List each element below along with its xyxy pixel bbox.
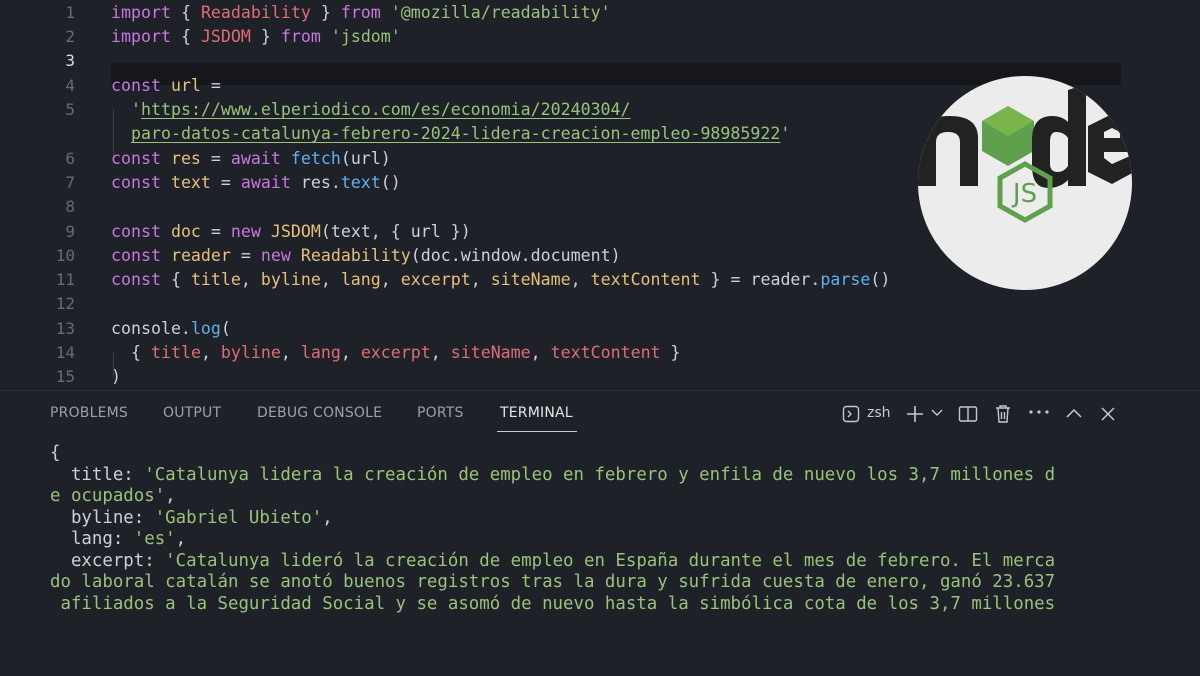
code-text: import { JSDOM } from 'jsdom' [111, 27, 401, 46]
bottom-panel: PROBLEMS OUTPUT DEBUG CONSOLE PORTS TERM… [0, 390, 1200, 676]
line-number: 12 [55, 294, 75, 313]
chevron-up-icon[interactable] [1066, 407, 1082, 419]
nodejs-logo-icon: JS [918, 84, 1132, 223]
terminal-icon[interactable] [842, 405, 860, 423]
terminal-line: { [50, 443, 61, 463]
terminal-line: do laboral catalán se anotó buenos regis… [50, 572, 1056, 592]
code-text: const { title, byline, lang, excerpt, si… [111, 270, 891, 289]
code-line[interactable]: 15) [0, 365, 1200, 389]
code-line[interactable]: 12 [0, 292, 1200, 316]
tab-output[interactable]: OUTPUT [163, 405, 221, 421]
line-number: 6 [65, 149, 75, 168]
terminal-line: afiliados a la Seguridad Social y se aso… [50, 593, 1056, 614]
line-number: 10 [55, 246, 75, 265]
line-number: 9 [65, 222, 75, 241]
tab-problems[interactable]: PROBLEMS [50, 405, 128, 421]
code-text: const doc = new JSDOM(text, { url }) [111, 222, 471, 241]
terminal-output[interactable]: { title: 'Catalunya lidera la creación d… [50, 443, 1120, 615]
plus-icon[interactable] [905, 404, 925, 424]
code-line[interactable]: 1 import { Readability } from '@mozilla/r… [0, 1, 1200, 25]
more-icon[interactable] [1028, 409, 1050, 415]
code-text: console.log( [111, 319, 231, 338]
chevron-down-icon[interactable] [931, 408, 943, 418]
line-number: 4 [65, 76, 75, 95]
line-number: 14 [55, 343, 75, 362]
code-line[interactable]: 13 console.log( [0, 317, 1200, 341]
terminal-line: e ocupados', [50, 486, 176, 506]
tab-terminal[interactable]: TERMINAL [500, 405, 573, 421]
code-text: 'https://www.elperiodico.com/es/economia… [131, 100, 631, 119]
code-text: const res = await fetch(url) [111, 149, 391, 168]
line-number: 15 [55, 367, 75, 386]
line-number: 3 [65, 51, 75, 70]
split-icon[interactable] [958, 405, 978, 423]
line-number: 8 [65, 197, 75, 216]
line-number: 5 [65, 100, 75, 119]
code-line[interactable]: 14 { title, byline, lang, excerpt, siteNa… [0, 341, 1200, 365]
terminal-line: byline: 'Gabriel Ubieto', [50, 507, 333, 528]
terminal-line: lang: 'es', [50, 529, 187, 549]
line-number: 1 [65, 3, 75, 22]
code-text: paro-datos-catalunya-febrero-2024-lidera… [131, 124, 791, 143]
line-number: 2 [65, 27, 75, 46]
terminal-line: excerpt: 'Catalunya lideró la creación d… [50, 550, 1056, 571]
line-number: 13 [55, 319, 75, 338]
code-text: import { Readability } from '@mozilla/re… [111, 3, 611, 22]
shell-label[interactable]: zsh [867, 405, 891, 421]
tab-ports[interactable]: PORTS [417, 405, 464, 421]
code-line[interactable]: 2 import { JSDOM } from 'jsdom' [0, 25, 1200, 49]
line-number: 11 [55, 270, 75, 289]
nodejs-logo: JS [918, 76, 1132, 290]
svg-text:JS: JS [1011, 179, 1037, 209]
code-text: { title, byline, lang, excerpt, siteName… [131, 343, 681, 362]
line-number: 7 [65, 173, 75, 192]
tab-debug-console[interactable]: DEBUG CONSOLE [257, 405, 382, 421]
terminal-line: title: 'Catalunya lidera la creación de … [50, 464, 1056, 485]
code-text: const text = await res.text() [111, 173, 401, 192]
code-line[interactable]: 3 [0, 49, 1200, 73]
active-tab-indicator [497, 431, 577, 432]
code-text: const url = [111, 76, 221, 95]
code-text: ) [111, 367, 121, 386]
code-text: const reader = new Readability(doc.windo… [111, 246, 621, 265]
trash-icon[interactable] [994, 404, 1012, 424]
close-icon[interactable] [1100, 406, 1116, 422]
